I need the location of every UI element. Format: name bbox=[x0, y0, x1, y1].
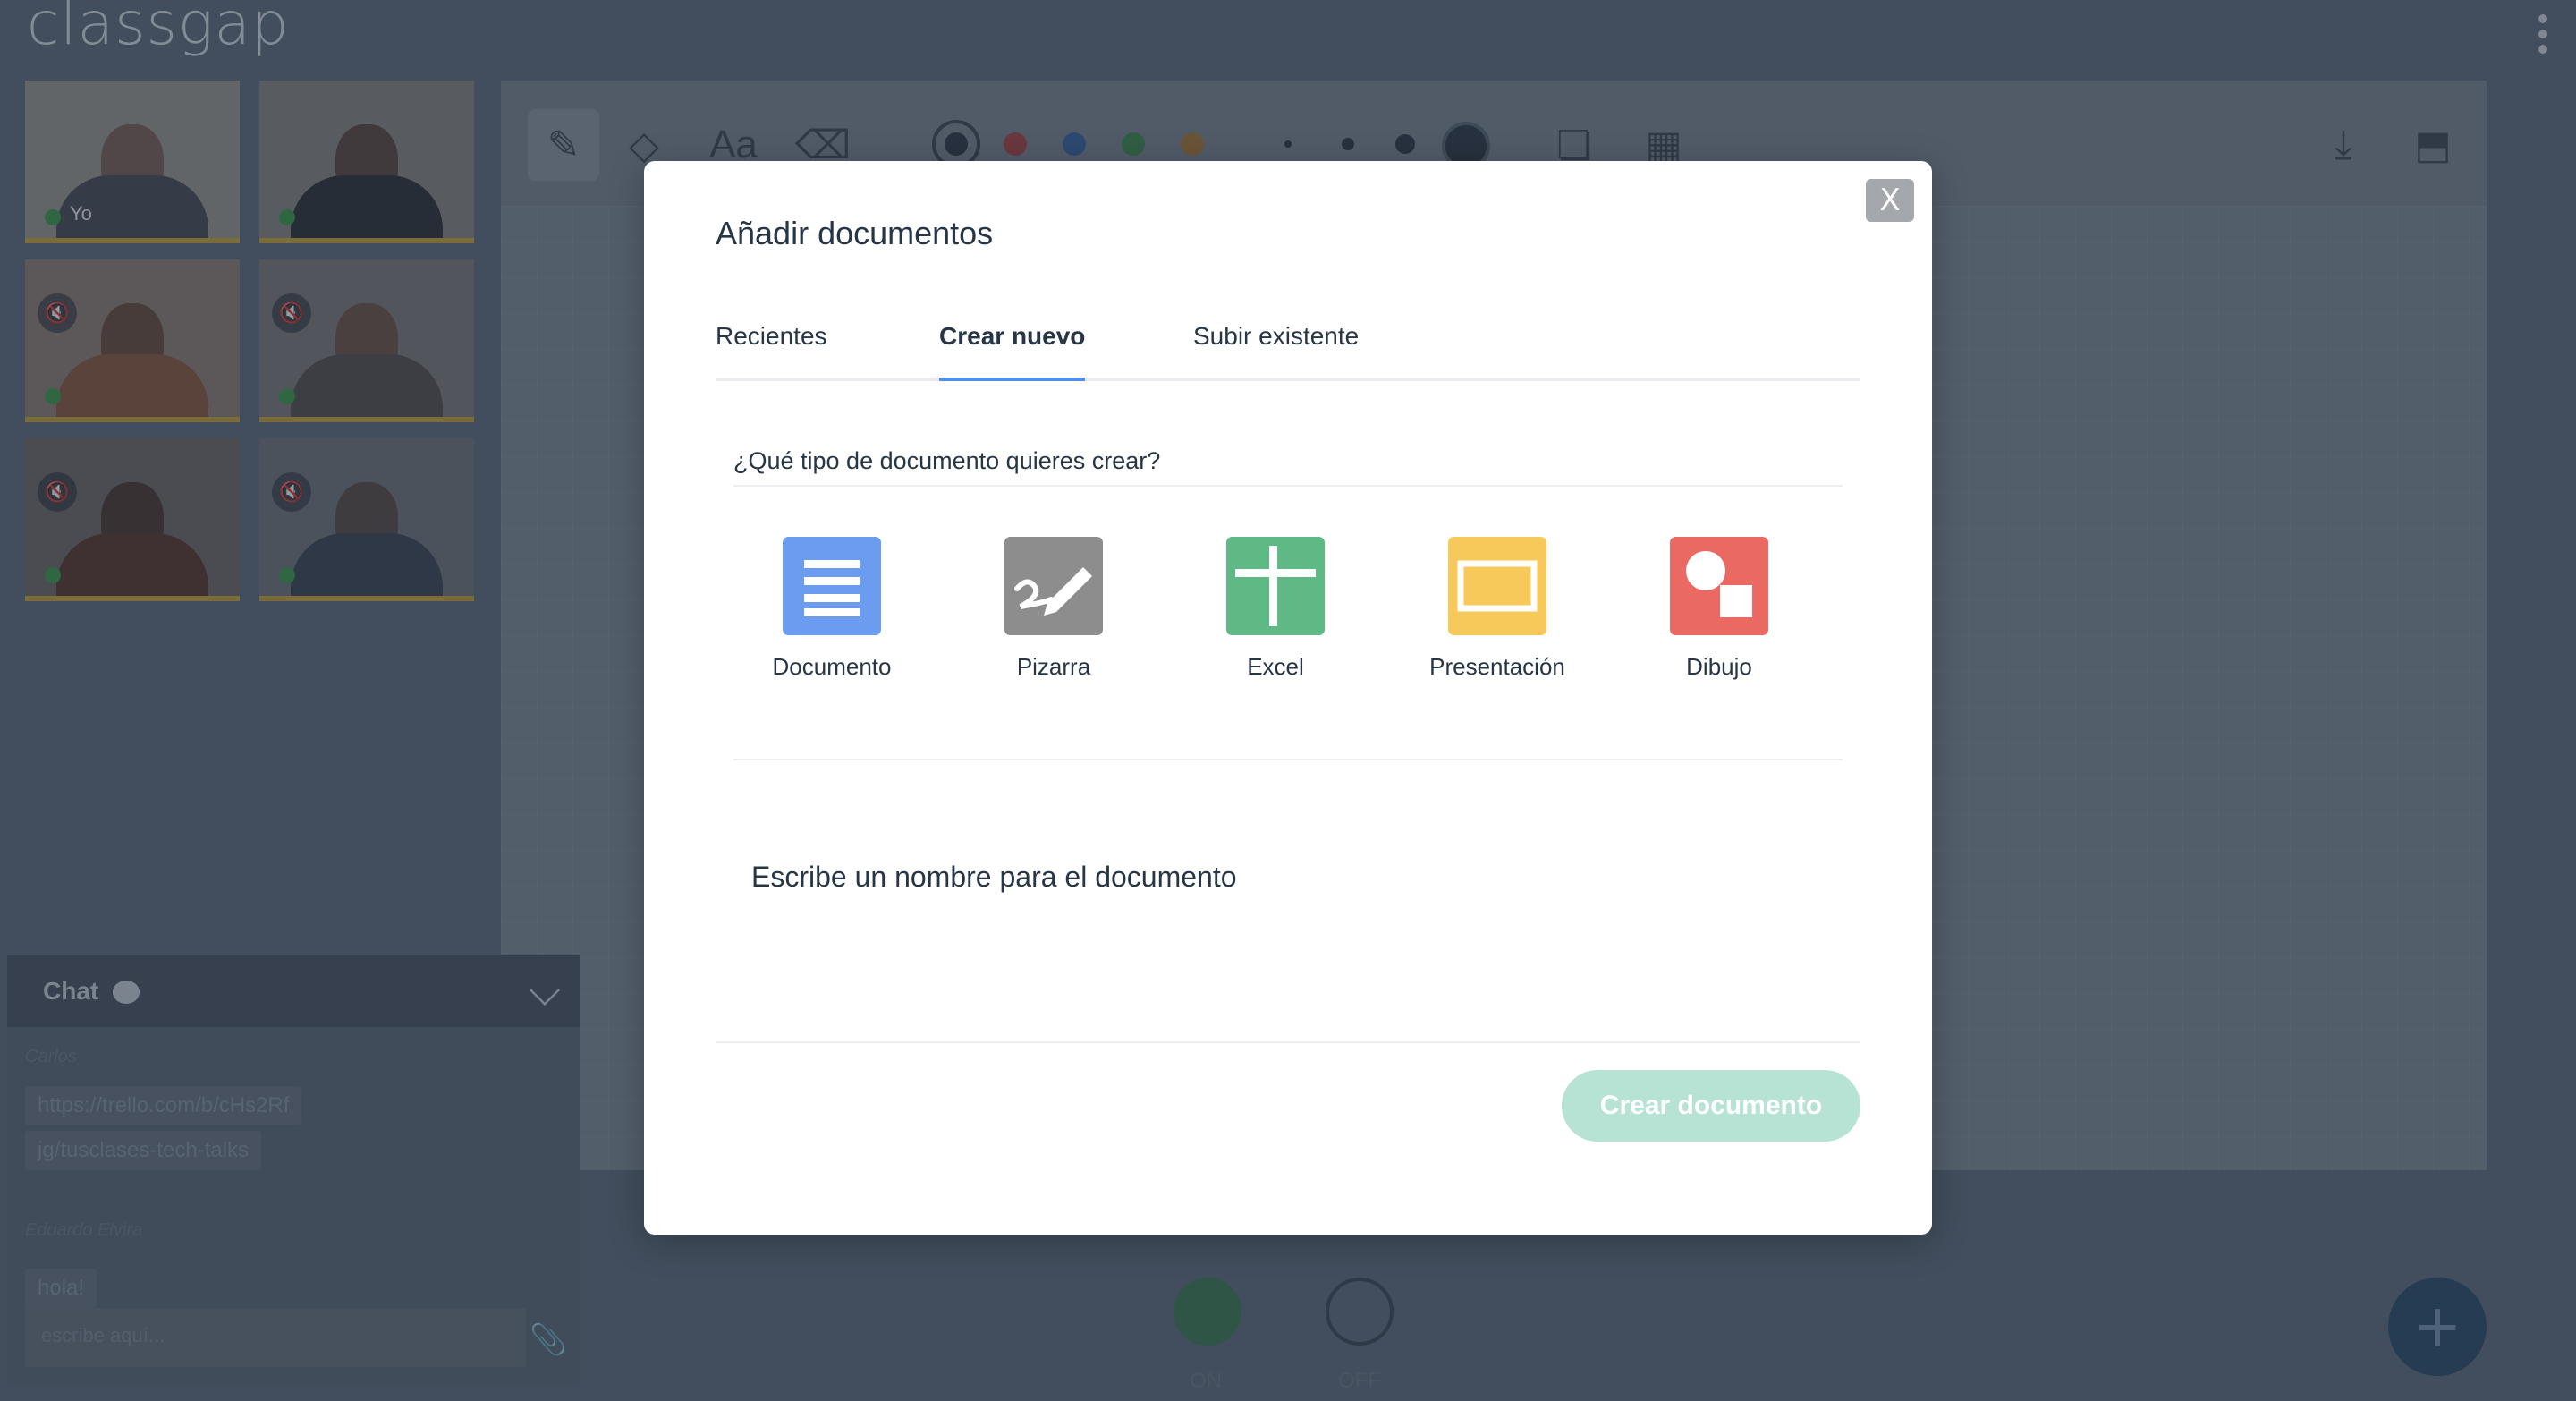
modal-title: Añadir documentos bbox=[716, 215, 994, 251]
document-type-presentacion[interactable]: Presentación bbox=[1417, 537, 1578, 689]
document-type-dibujo[interactable]: Dibujo bbox=[1639, 537, 1800, 689]
divider bbox=[716, 1041, 1860, 1043]
tab-recientes[interactable]: Recientes bbox=[716, 322, 827, 381]
tab-crear-nuevo[interactable]: Crear nuevo bbox=[939, 322, 1086, 381]
document-type-question: ¿Qué tipo de documento quieres crear? bbox=[733, 447, 1843, 487]
document-type-label: Excel bbox=[1247, 653, 1304, 680]
spreadsheet-icon bbox=[1226, 537, 1325, 635]
tab-subir-existente[interactable]: Subir existente bbox=[1193, 322, 1359, 381]
document-type-label: Documento bbox=[772, 653, 892, 680]
document-type-excel[interactable]: Excel bbox=[1195, 537, 1356, 689]
whiteboard-icon bbox=[1004, 537, 1103, 635]
create-document-button[interactable]: Crear documento bbox=[1562, 1070, 1860, 1142]
drawing-icon bbox=[1670, 537, 1768, 635]
close-button[interactable]: X bbox=[1866, 179, 1914, 222]
document-type-pizarra[interactable]: Pizarra bbox=[973, 537, 1134, 689]
divider bbox=[733, 759, 1843, 760]
document-type-label: Presentación bbox=[1429, 653, 1565, 680]
document-type-label: Pizarra bbox=[1016, 653, 1091, 680]
document-type-documento[interactable]: Documento bbox=[751, 537, 912, 689]
document-name-input[interactable] bbox=[733, 787, 1843, 966]
document-tabs: Recientes Crear nuevo Subir existente bbox=[716, 322, 1860, 381]
document-type-label: Dibujo bbox=[1686, 653, 1752, 680]
document-icon bbox=[783, 537, 881, 635]
add-documents-modal: X Añadir documentos Recientes Crear nuev… bbox=[644, 161, 1932, 1235]
presentation-icon bbox=[1448, 537, 1546, 635]
document-type-options: Documento Pizarra Excel Presentación Dib… bbox=[733, 537, 1843, 680]
